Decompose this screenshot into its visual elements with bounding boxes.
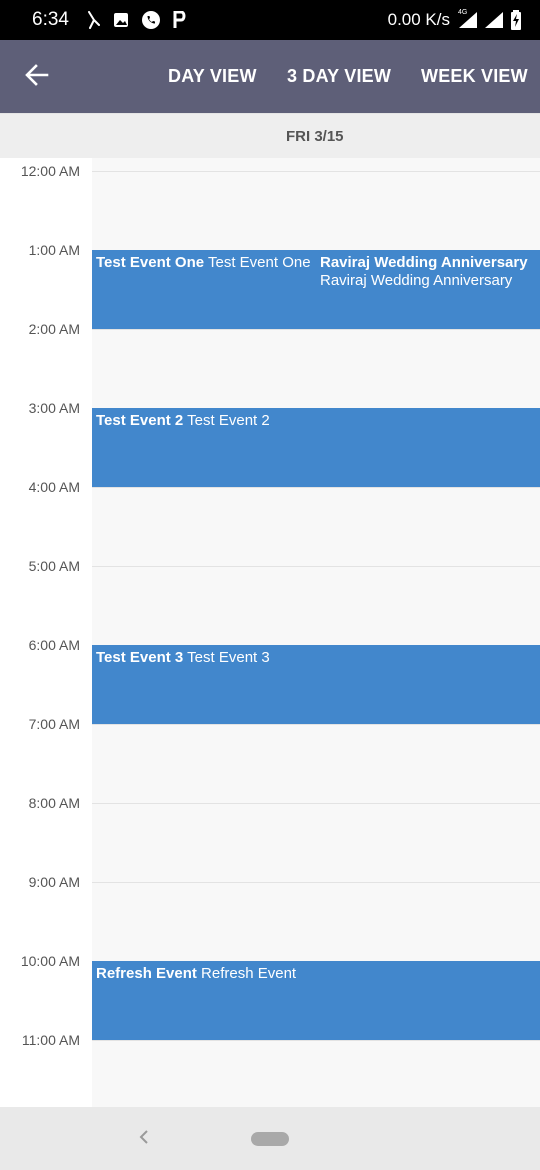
hour-gridline	[92, 171, 540, 172]
event-subtitle: Raviraj Wedding Anniversary	[320, 272, 513, 289]
event-title: Raviraj Wedding Anniversary	[320, 254, 528, 271]
time-label: 12:00 AM	[20, 163, 80, 179]
event-title: Test Event 2	[96, 412, 184, 429]
battery-charging-icon	[510, 10, 522, 30]
nav-back-button[interactable]	[134, 1127, 154, 1151]
hour-gridline	[92, 882, 540, 883]
status-time: 6:34	[32, 9, 69, 30]
time-label: 5:00 AM	[28, 558, 80, 574]
time-label: 9:00 AM	[28, 874, 80, 890]
arrow-left-icon	[25, 63, 49, 91]
time-label: 7:00 AM	[28, 716, 80, 732]
calendar-event[interactable]: Test Event 3 Test Event 3	[92, 645, 540, 724]
chevron-left-icon	[139, 1129, 149, 1150]
app-bar: DAY VIEW 3 DAY VIEW WEEK VIEW	[0, 40, 540, 113]
day-calendar[interactable]: 12:00 AM 1:00 AM 2:00 AM 3:00 AM 4:00 AM 5:00…	[0, 158, 540, 1107]
hour-gridline	[92, 329, 540, 330]
system-nav-bar	[0, 1107, 540, 1170]
p-app-icon	[173, 11, 187, 29]
signal-icon: 4G	[458, 9, 478, 29]
signal-icon-2	[484, 11, 504, 29]
hour-gridline	[92, 803, 540, 804]
calendar-event[interactable]: Test Event 2 Test Event 2	[92, 408, 540, 487]
time-label: 1:00 AM	[28, 242, 80, 258]
time-column: 12:00 AM 1:00 AM 2:00 AM 3:00 AM 4:00 AM 5:00…	[0, 158, 92, 1107]
time-label: 11:00 AM	[21, 1032, 80, 1048]
hour-gridline	[92, 566, 540, 567]
calendar-event[interactable]: Refresh Event Refresh Event	[92, 961, 540, 1040]
time-label: 8:00 AM	[28, 795, 80, 811]
three-day-view-button[interactable]: 3 DAY VIEW	[287, 40, 391, 113]
day-view-button[interactable]: DAY VIEW	[168, 40, 257, 113]
event-subtitle: Test Event One	[208, 254, 311, 271]
moon-icon	[85, 11, 101, 29]
back-button[interactable]	[18, 58, 56, 96]
net-speed: 0.00 K/s	[387, 10, 450, 29]
day-column[interactable]: Test Event One Test Event One Raviraj Wed…	[92, 158, 540, 1107]
image-icon	[113, 12, 129, 28]
event-title: Refresh Event	[96, 965, 197, 982]
calendar-event[interactable]: Raviraj Wedding Anniversary Raviraj Wedd…	[316, 250, 540, 329]
network-type: 4G	[458, 9, 468, 16]
date-header: FRI 3/15	[0, 113, 540, 158]
status-bar: 6:34 0.00 K/s 4G	[0, 0, 540, 40]
event-title: Test Event One	[96, 254, 205, 271]
hour-gridline	[92, 724, 540, 725]
time-label: 2:00 AM	[28, 321, 80, 337]
event-subtitle: Refresh Event	[201, 965, 297, 982]
calendar-event[interactable]: Test Event One Test Event One	[92, 250, 316, 329]
date-label[interactable]: FRI 3/15	[286, 128, 344, 145]
event-subtitle: Test Event 2	[187, 412, 270, 429]
system-icons: 4G	[458, 9, 522, 30]
time-label: 10:00 AM	[20, 953, 80, 969]
week-view-button[interactable]: WEEK VIEW	[421, 40, 528, 113]
home-pill-icon[interactable]	[251, 1132, 289, 1146]
time-label: 4:00 AM	[28, 479, 80, 495]
time-label: 6:00 AM	[28, 637, 80, 653]
hour-gridline	[92, 487, 540, 488]
notification-icons	[85, 10, 187, 30]
hour-gridline	[92, 1040, 540, 1041]
time-label: 3:00 AM	[28, 400, 80, 416]
whatsapp-icon	[141, 10, 161, 30]
event-subtitle: Test Event 3	[187, 649, 270, 666]
event-title: Test Event 3	[96, 649, 184, 666]
